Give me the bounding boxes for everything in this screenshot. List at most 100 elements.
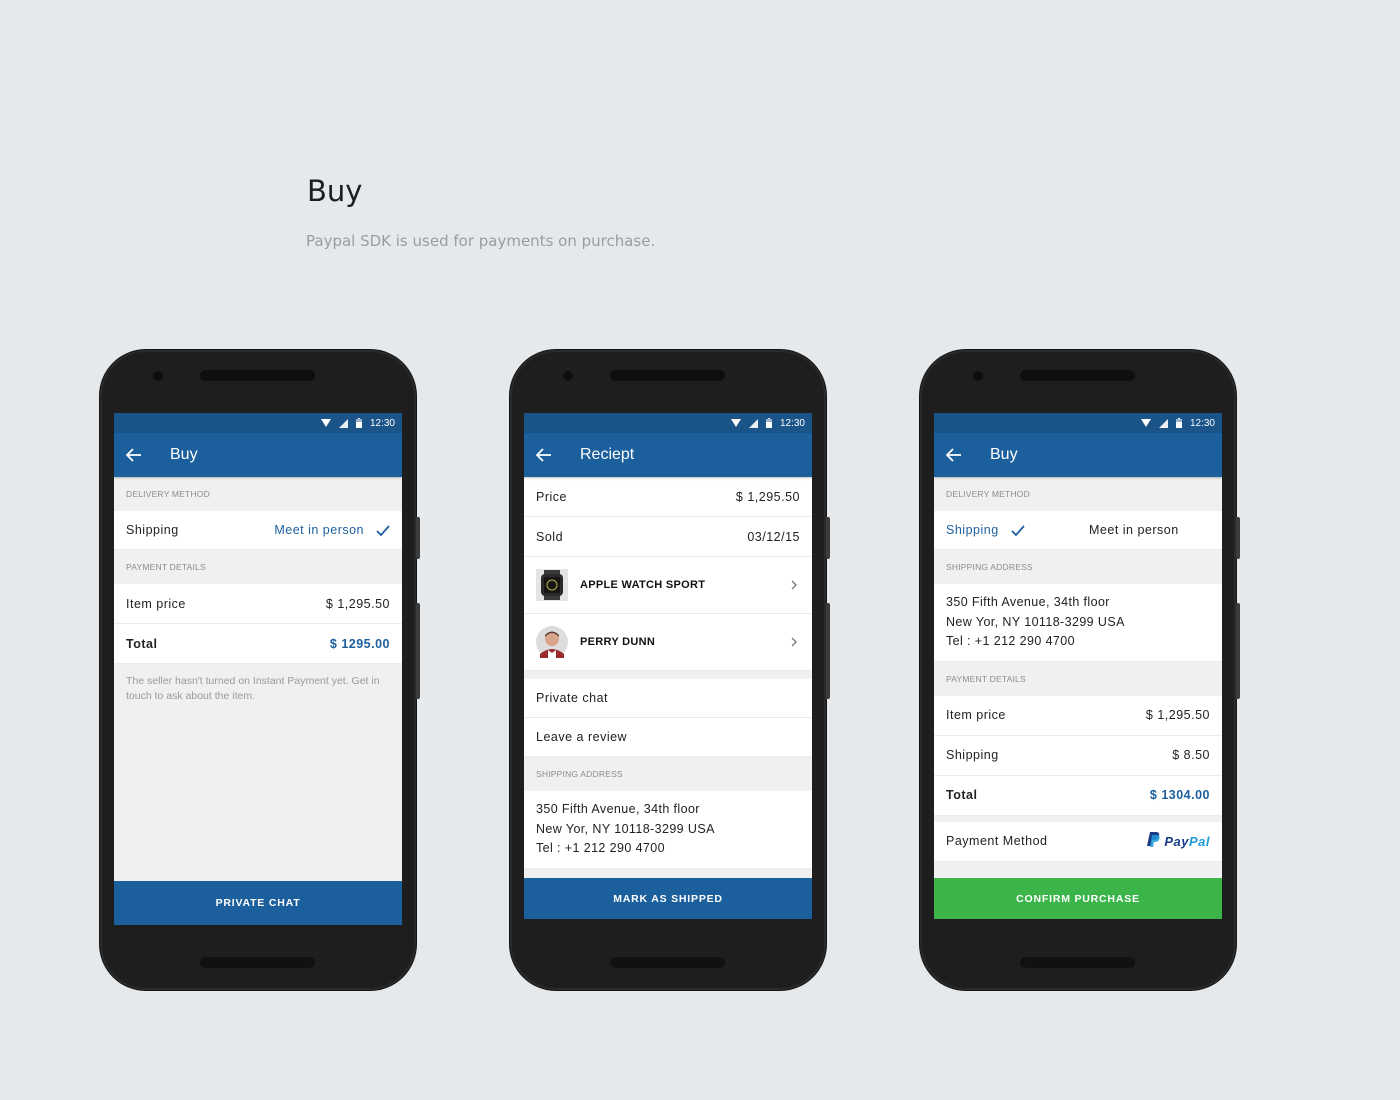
private-chat-label: Private chat	[536, 691, 609, 705]
section-header-payment-details: PAYMENT DETAILS	[934, 661, 1222, 696]
total-label: Total	[946, 788, 978, 802]
leave-review-label: Leave a review	[536, 730, 628, 744]
power-button	[826, 517, 830, 559]
wifi-icon	[730, 419, 741, 427]
earpiece-speaker	[1020, 370, 1135, 381]
app-bar: Buy	[114, 433, 402, 477]
signal-icon	[748, 418, 758, 428]
product-name: APPLE WATCH SPORT	[580, 579, 706, 591]
checkmark-icon	[376, 525, 390, 537]
total-value: $ 1295.00	[329, 636, 390, 651]
section-header-delivery-method: DELIVERY METHOD	[114, 477, 402, 511]
status-time: 12:30	[1189, 417, 1215, 429]
address-line-1: 350 Fifth Avenue, 34th floor	[536, 802, 700, 816]
page-title: Buy	[307, 174, 363, 208]
price-label: Price	[536, 489, 567, 504]
sold-date: 03/12/15	[747, 529, 800, 544]
mark-as-shipped-button[interactable]: MARK AS SHIPPED	[524, 878, 812, 919]
private-chat-row[interactable]: Private chat	[524, 679, 812, 718]
total-row: Total $ 1304.00	[934, 775, 1222, 816]
confirm-purchase-button[interactable]: CONFIRM PURCHASE	[934, 878, 1222, 919]
earpiece-speaker	[610, 370, 725, 381]
sold-label: Sold	[536, 529, 564, 544]
volume-button	[826, 603, 830, 699]
paypal-icon	[1147, 832, 1160, 850]
item-price-row: Item price $ 1,295.50	[934, 695, 1222, 736]
front-camera	[973, 371, 983, 381]
section-header-shipping-address: SHIPPING ADDRESS	[524, 757, 812, 791]
sold-row: Sold 03/12/15	[524, 517, 812, 557]
volume-button	[1236, 603, 1240, 699]
screen: 12:30 Buy DELIVERY METHOD Shipping Meet …	[934, 413, 1222, 922]
battery-icon	[765, 418, 772, 428]
shipping-cost-value: $ 8.50	[1172, 748, 1210, 762]
total-label: Total	[126, 636, 158, 651]
item-price-label: Item price	[126, 596, 186, 611]
address-phone: Tel : +1 212 290 4700	[946, 634, 1075, 648]
battery-icon	[355, 418, 362, 428]
delivery-method-row: Shipping Meet in person	[934, 511, 1222, 550]
section-header-shipping-address: SHIPPING ADDRESS	[934, 550, 1222, 584]
total-value: $ 1304.00	[1149, 788, 1210, 802]
delivery-option-label: Shipping	[946, 523, 999, 537]
paypal-logo: PayPal	[1147, 832, 1210, 850]
phone-buy-meet-in-person: 12:30 Buy DELIVERY METHOD Shipping Meet …	[100, 350, 420, 990]
payment-method-row[interactable]: Payment Method PayPal	[934, 821, 1222, 862]
volume-button	[416, 603, 420, 699]
bottom-speaker	[610, 957, 725, 968]
price-row: Price $ 1,295.50	[524, 477, 812, 517]
app-bar: Reciept	[524, 433, 812, 477]
back-arrow-icon[interactable]	[126, 445, 146, 465]
status-bar: 12:30	[934, 413, 1222, 433]
product-row[interactable]: APPLE WATCH SPORT	[524, 557, 812, 614]
delivery-method-row: Shipping Meet in person	[114, 511, 402, 550]
chevron-right-icon	[788, 636, 800, 648]
seller-avatar	[536, 626, 568, 658]
item-price-value: $ 1,295.50	[1145, 708, 1210, 722]
app-bar: Buy	[934, 433, 1222, 477]
seller-row[interactable]: PERRY DUNN	[524, 614, 812, 671]
app-bar-title: Reciept	[580, 446, 635, 463]
divider	[524, 671, 812, 679]
shipping-cost-label: Shipping	[946, 748, 999, 762]
section-header-delivery-method: DELIVERY METHOD	[934, 477, 1222, 511]
back-arrow-icon[interactable]	[946, 445, 966, 465]
delivery-option-shipping[interactable]: Shipping	[946, 523, 1089, 537]
price-value: $ 1,295.50	[735, 489, 800, 504]
back-arrow-icon[interactable]	[536, 445, 556, 465]
paypal-wordmark-pal: Pal	[1188, 833, 1210, 849]
delivery-option-meet-in-person[interactable]: Meet in person	[274, 523, 390, 537]
total-row: Total $ 1295.00	[114, 624, 402, 664]
bottom-speaker	[1020, 957, 1135, 968]
wifi-icon	[320, 419, 331, 427]
signal-icon	[338, 418, 348, 428]
item-price-label: Item price	[946, 708, 1006, 722]
front-camera	[153, 371, 163, 381]
address-line-2: New Yor, NY 10118-3299 USA	[536, 821, 715, 836]
battery-icon	[1175, 418, 1182, 428]
private-chat-button[interactable]: PRIVATE CHAT	[114, 881, 402, 925]
power-button	[416, 517, 420, 559]
section-header-payment-details: PAYMENT DETAILS	[114, 550, 402, 584]
earpiece-speaker	[200, 370, 315, 381]
address-line-2: New Yor, NY 10118-3299 USA	[946, 614, 1125, 629]
screen-bottom-edge	[934, 919, 1222, 922]
item-price-row: Item price $ 1,295.50	[114, 584, 402, 624]
status-time: 12:30	[369, 417, 395, 429]
power-button	[1236, 517, 1240, 559]
bottom-speaker	[200, 957, 315, 968]
app-bar-title: Buy	[170, 446, 198, 463]
shipping-cost-row: Shipping $ 8.50	[934, 735, 1222, 776]
front-camera	[563, 371, 573, 381]
status-time: 12:30	[779, 417, 805, 429]
paypal-wordmark-pay: Pay	[1164, 833, 1189, 849]
item-price-value: $ 1,295.50	[325, 596, 390, 611]
chevron-right-icon	[788, 579, 800, 591]
status-bar: 12:30	[114, 413, 402, 433]
page-subtitle: Paypal SDK is used for payments on purch…	[306, 232, 656, 250]
address-phone: Tel : +1 212 290 4700	[536, 841, 665, 855]
leave-review-row[interactable]: Leave a review	[524, 718, 812, 757]
delivery-option-meet-in-person[interactable]: Meet in person	[1089, 523, 1179, 537]
delivery-option-shipping[interactable]: Shipping	[126, 523, 179, 537]
phone-buy-shipping: 12:30 Buy DELIVERY METHOD Shipping Meet …	[920, 350, 1240, 990]
